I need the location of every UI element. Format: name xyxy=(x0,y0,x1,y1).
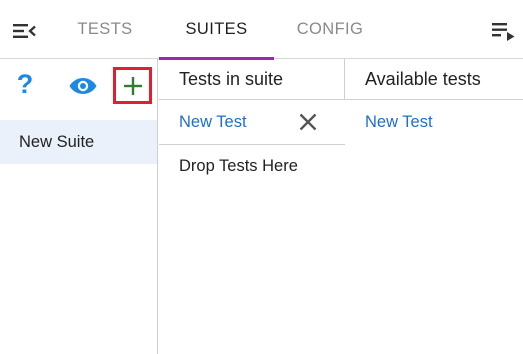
app-window: TESTS SUITES CONFIG ? New Suite Tests in… xyxy=(0,0,523,354)
suites-sidebar: ? New Suite xyxy=(0,59,158,354)
top-nav-bar: TESTS SUITES CONFIG xyxy=(0,0,523,60)
preview-button[interactable] xyxy=(66,73,100,99)
tab-suites[interactable]: SUITES xyxy=(159,0,274,60)
add-suite-button[interactable] xyxy=(113,67,152,104)
available-test-link[interactable]: New Test xyxy=(365,100,433,144)
tests-in-suite-column: Tests in suite New Test Drop Tests Here xyxy=(159,59,345,354)
suite-test-row: New Test xyxy=(159,100,345,145)
suite-test-link[interactable]: New Test xyxy=(179,100,247,144)
menu-toggle-button[interactable] xyxy=(8,17,40,45)
tab-tests[interactable]: TESTS xyxy=(64,0,146,59)
suite-list-item[interactable]: New Suite xyxy=(0,120,157,164)
eye-icon xyxy=(69,78,97,94)
tests-in-suite-header: Tests in suite xyxy=(159,59,345,100)
tab-config[interactable]: CONFIG xyxy=(282,0,378,59)
drop-tests-zone[interactable]: Drop Tests Here xyxy=(159,146,345,186)
plus-icon xyxy=(123,76,142,95)
help-button[interactable]: ? xyxy=(14,67,36,101)
available-tests-header: Available tests xyxy=(345,59,523,100)
remove-test-button[interactable] xyxy=(295,109,321,135)
available-tests-column: Available tests New Test xyxy=(345,59,523,354)
playlist-play-icon xyxy=(492,23,515,41)
available-test-row: New Test xyxy=(345,100,523,144)
playlist-play-button[interactable] xyxy=(489,16,519,46)
menu-collapse-icon xyxy=(13,24,36,38)
question-mark-icon: ? xyxy=(16,68,34,99)
close-icon xyxy=(299,113,317,131)
